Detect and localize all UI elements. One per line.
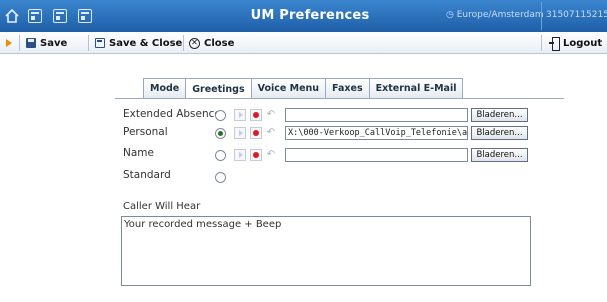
tab-voice-menu[interactable]: Voice Menu [250, 78, 327, 98]
record-icon[interactable] [250, 109, 262, 121]
timezone-label: Europe/Amsterdam [456, 10, 544, 20]
save-close-button[interactable]: Save & Close [95, 35, 182, 51]
record-icon[interactable] [250, 149, 262, 161]
radio-personal[interactable] [215, 128, 226, 139]
undo-icon[interactable]: ↶ [265, 109, 277, 121]
undo-icon[interactable]: ↶ [265, 149, 277, 161]
caller-will-hear-label: Caller Will Hear [123, 201, 201, 212]
clock-icon: ◷ [446, 10, 454, 20]
menu-arrow[interactable] [6, 35, 12, 51]
accounts-icon[interactable] [53, 9, 67, 23]
close-button[interactable]: ✕ Close [189, 35, 234, 51]
arrow-right-icon [6, 39, 12, 47]
window-title: UM Preferences [250, 8, 370, 23]
customers-icon[interactable] [28, 9, 42, 23]
timezone-link[interactable]: ◷ Europe/Amsterdam [446, 10, 544, 20]
toolbar-divider [88, 35, 89, 51]
toolbar-divider [183, 35, 184, 51]
tab-underline [115, 98, 564, 99]
save-close-label: Save & Close [109, 37, 183, 49]
tab-strip: Mode Greetings Voice Menu Faxes External… [143, 78, 464, 99]
action-toolbar: Save Save & Close ✕ Close Logout [0, 32, 607, 54]
titlebar-divider [541, 2, 542, 30]
greeting-label-personal: Personal [123, 126, 168, 138]
close-label: Close [204, 37, 235, 49]
home-icon[interactable] [5, 8, 19, 23]
file-input-name[interactable] [285, 148, 468, 162]
save-icon [26, 38, 36, 48]
save-label: Save [40, 37, 68, 49]
save-close-icon [95, 38, 105, 48]
greeting-label-standard: Standard [123, 169, 171, 181]
play-icon[interactable] [234, 109, 246, 121]
title-bar: UM Preferences ◷ Europe/Amsterdam 315071… [0, 0, 607, 32]
file-input-personal[interactable]: X:\000-Verkoop_CallVoip_Telefonie\a [285, 126, 468, 140]
play-icon[interactable] [234, 149, 246, 161]
tab-faxes[interactable]: Faxes [325, 78, 370, 98]
caller-will-hear-textarea[interactable]: Your recorded message + Beep [121, 216, 531, 286]
close-icon: ✕ [189, 37, 200, 49]
browse-button-extended-absence[interactable]: Bladeren... [471, 108, 528, 122]
browse-button-personal[interactable]: Bladeren... [471, 126, 528, 140]
play-icon[interactable] [234, 127, 246, 139]
account-id: 31507115215 [546, 10, 607, 20]
calls-icon[interactable] [78, 9, 92, 23]
tab-external-email[interactable]: External E-Mail [368, 78, 464, 98]
greeting-label-name: Name [123, 147, 154, 159]
logout-label: Logout [563, 37, 603, 49]
logout-button[interactable]: Logout [549, 35, 602, 51]
toolbar-divider [541, 35, 542, 51]
toolbar-divider [19, 35, 20, 51]
save-button[interactable]: Save [26, 35, 67, 51]
tab-mode[interactable]: Mode [143, 78, 187, 98]
record-icon[interactable] [250, 127, 262, 139]
undo-icon[interactable]: ↶ [265, 127, 277, 139]
radio-extended-absence[interactable] [215, 110, 226, 121]
greeting-label-extended-absence: Extended Absence [123, 108, 221, 120]
browse-button-name[interactable]: Bladeren... [471, 148, 528, 162]
tab-greetings[interactable]: Greetings [185, 78, 252, 99]
radio-name[interactable] [215, 150, 226, 161]
radio-standard[interactable] [215, 172, 226, 183]
logout-icon [549, 37, 560, 51]
file-input-extended-absence[interactable] [285, 108, 468, 122]
